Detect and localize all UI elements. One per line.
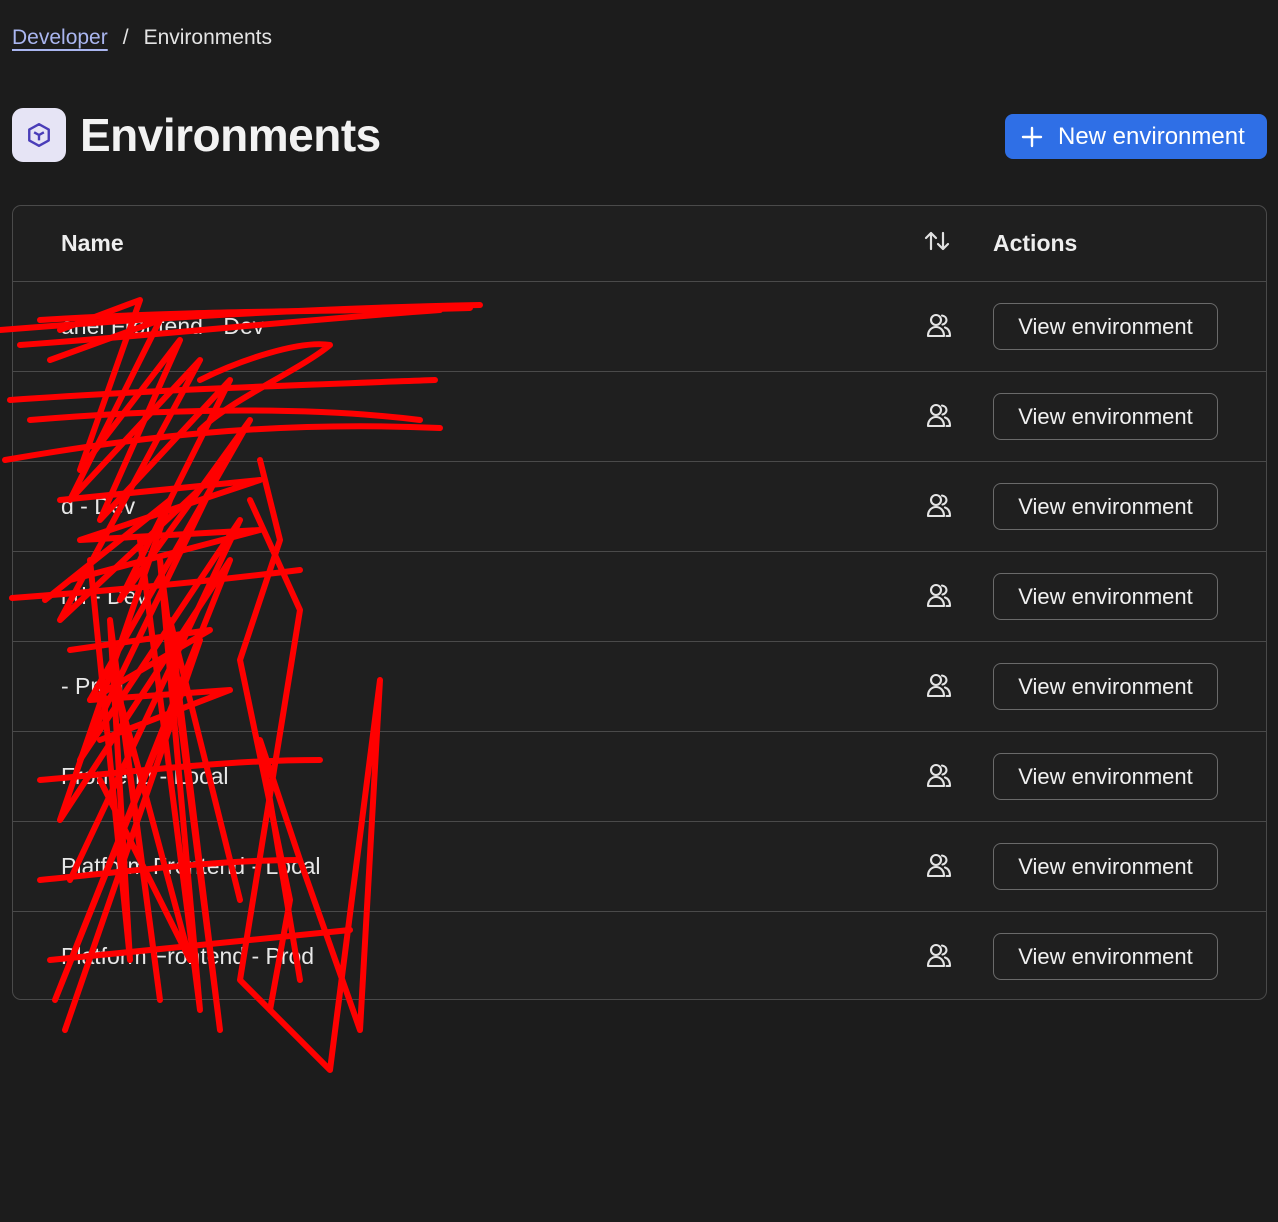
users-icon bbox=[925, 581, 953, 614]
environment-name: - Prod bbox=[61, 673, 124, 699]
environments-table: Name Actions anel Frontend - Dev View env… bbox=[12, 205, 1267, 1000]
view-environment-button[interactable]: View environment bbox=[993, 843, 1218, 890]
view-environment-button[interactable]: View environment bbox=[993, 753, 1218, 800]
view-environment-button[interactable]: View environment bbox=[993, 663, 1218, 710]
plus-icon bbox=[1020, 125, 1044, 149]
environment-name: Frontend - Local bbox=[61, 763, 229, 789]
sort-arrows-icon[interactable] bbox=[923, 230, 951, 257]
table-row: anel Frontend - Dev View environment bbox=[13, 282, 1266, 372]
breadcrumb-current: Environments bbox=[143, 26, 272, 49]
environment-name: Platform Frontend - Local bbox=[61, 853, 321, 879]
column-header-actions: Actions bbox=[993, 230, 1078, 256]
view-environment-button[interactable]: View environment bbox=[993, 393, 1218, 440]
users-icon bbox=[925, 401, 953, 434]
table-row: Frontend - Local View environment bbox=[13, 732, 1266, 822]
new-environment-label: New environment bbox=[1058, 122, 1245, 150]
users-icon bbox=[925, 491, 953, 524]
table-row: - Prod View environment bbox=[13, 642, 1266, 732]
users-icon bbox=[925, 851, 953, 884]
table-row: d - Dev View environment bbox=[13, 462, 1266, 552]
page-header: Environments bbox=[12, 108, 381, 162]
breadcrumb-link-developer[interactable]: Developer bbox=[12, 26, 108, 50]
table-row: Platform Frontend - Local View environmen… bbox=[13, 822, 1266, 912]
environment-name: nd - Dev bbox=[61, 583, 148, 609]
table-row: nd - Dev View environment bbox=[13, 552, 1266, 642]
page-title: Environments bbox=[80, 109, 381, 161]
view-environment-button[interactable]: View environment bbox=[993, 933, 1218, 980]
cube-icon bbox=[12, 108, 66, 162]
environment-name: Platform Frontend - Prod bbox=[61, 943, 315, 969]
users-icon bbox=[925, 761, 953, 794]
view-environment-button[interactable]: View environment bbox=[993, 303, 1218, 350]
users-icon bbox=[925, 941, 953, 974]
column-header-name: Name bbox=[61, 230, 124, 256]
table-row: View environment bbox=[13, 372, 1266, 462]
users-icon bbox=[925, 311, 953, 344]
environment-name: anel Frontend - Dev bbox=[61, 313, 265, 339]
breadcrumb-separator: / bbox=[122, 26, 129, 49]
view-environment-button[interactable]: View environment bbox=[993, 573, 1218, 620]
table-header: Name Actions bbox=[13, 206, 1266, 282]
new-environment-button[interactable]: New environment bbox=[1005, 114, 1267, 159]
users-icon bbox=[925, 671, 953, 704]
view-environment-button[interactable]: View environment bbox=[993, 483, 1218, 530]
breadcrumb: Developer / Environments bbox=[12, 26, 272, 50]
table-row: Platform Frontend - Prod View environment bbox=[13, 912, 1266, 999]
environment-name: d - Dev bbox=[61, 493, 136, 519]
